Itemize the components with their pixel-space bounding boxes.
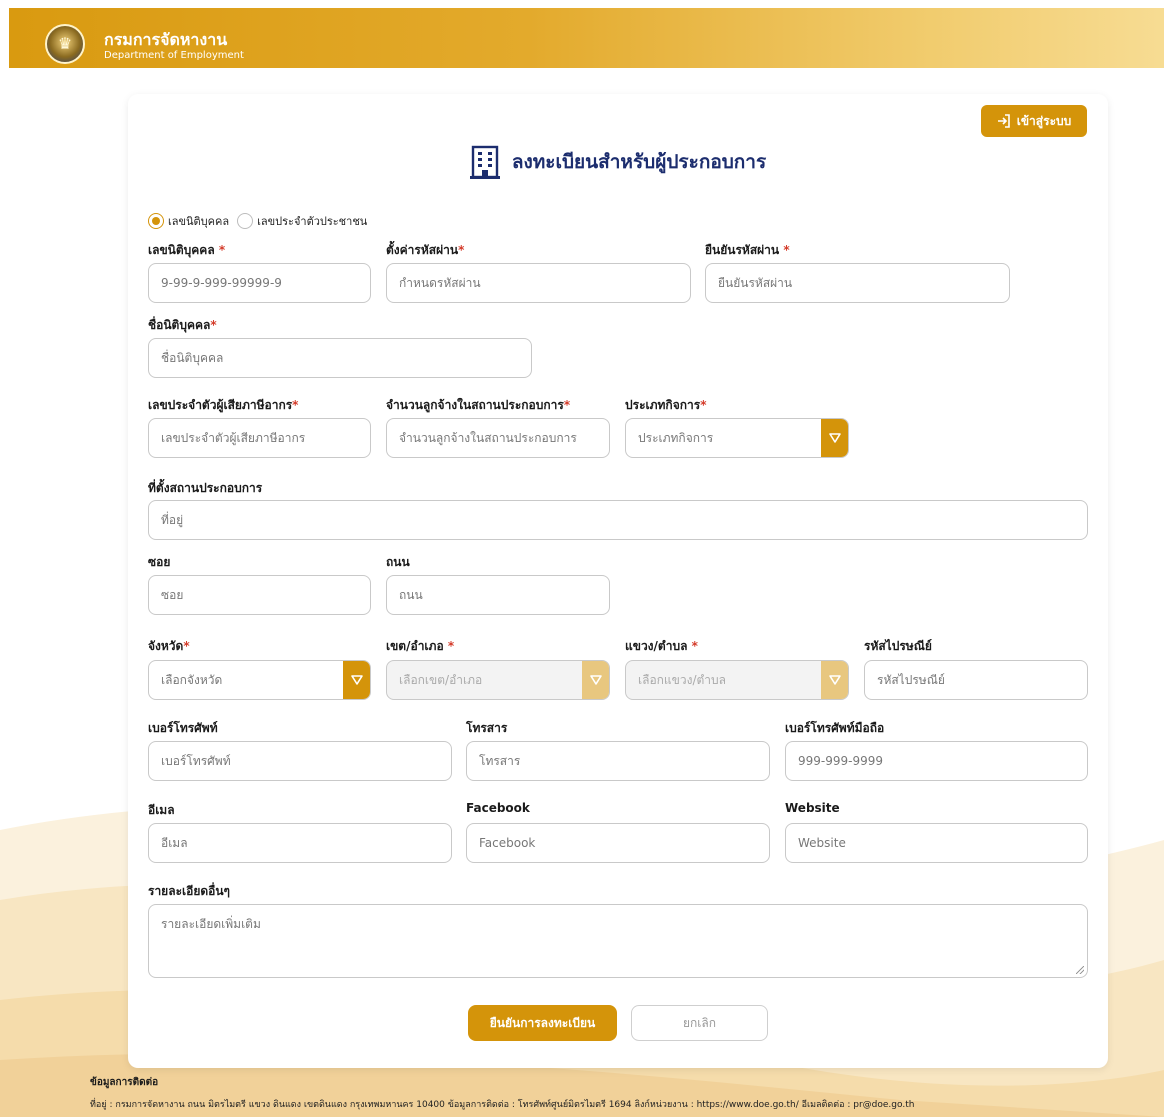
chevron-down-icon: [343, 661, 370, 699]
footer-contact-title: ข้อมูลการติดต่อ: [90, 1077, 159, 1088]
province-label: จังหวัด*: [148, 639, 190, 653]
business-type-select[interactable]: ประเภทกิจการ: [625, 418, 849, 458]
postcode-label: รหัสไปรษณีย์: [864, 639, 932, 653]
chevron-down-icon: [821, 661, 848, 699]
login-button[interactable]: เข้าสู่ระบบ: [981, 105, 1087, 137]
building-icon: [469, 145, 500, 179]
soi-label: ซอย: [148, 555, 171, 569]
district-select[interactable]: เลือกเขต/อำเภอ: [386, 660, 610, 700]
radio-juristic-id-label: เลขนิติบุคคล: [168, 215, 230, 228]
emblem-glyph: ♛: [57, 34, 73, 53]
radio-citizen-id[interactable]: [237, 213, 254, 229]
fax-input[interactable]: โทรสาร: [466, 741, 770, 781]
subdistrict-value: เลือกแขวง/ตำบล: [638, 672, 727, 687]
resize-handle-icon[interactable]: [1076, 966, 1084, 974]
subdistrict-select[interactable]: เลือกแขวง/ตำบล: [625, 660, 849, 700]
address-section-label: ที่ตั้งสถานประกอบการ: [148, 481, 263, 495]
radio-juristic-id[interactable]: [148, 213, 164, 229]
website-input[interactable]: Website: [785, 823, 1088, 863]
cancel-button[interactable]: ยกเลิก: [631, 1005, 768, 1041]
juristic-name-label: ชื่อนิติบุคคล*: [148, 318, 217, 332]
subdistrict-label: แขวง/ตำบล *: [625, 639, 698, 653]
phone-input[interactable]: เบอร์โทรศัพท์: [148, 741, 452, 781]
business-type-value: ประเภทกิจการ: [638, 430, 714, 445]
province-value: เลือกจังหวัด: [161, 672, 223, 687]
province-select[interactable]: เลือกจังหวัด: [148, 660, 371, 700]
tax-id-input[interactable]: เลขประจำตัวผู้เสียภาษีอากร: [148, 418, 371, 458]
details-placeholder: รายละเอียดเพิ่มเติม: [161, 917, 261, 931]
top-border: [0, 0, 1164, 8]
facebook-label: Facebook: [466, 801, 530, 815]
phone-label: เบอร์โทรศัพท์: [148, 721, 218, 735]
site-header: ♛ กรมการจัดหางาน Department of Employmen…: [9, 8, 1164, 68]
soi-input[interactable]: ซอย: [148, 575, 371, 615]
footer-contact-text: ที่อยู่ : กรมการจัดหางาน ถนน มิตรไมตรี แ…: [90, 1100, 915, 1110]
password-input[interactable]: กำหนดรหัสผ่าน: [386, 263, 691, 303]
fax-label: โทรสาร: [466, 721, 508, 735]
address-input[interactable]: ที่อยู่: [148, 500, 1088, 540]
chevron-down-icon: [821, 419, 848, 457]
mobile-input[interactable]: 999-999-9999: [785, 741, 1088, 781]
website-label: Website: [785, 801, 840, 815]
employee-count-input[interactable]: จำนวนลูกจ้างในสถานประกอบการ: [386, 418, 610, 458]
confirm-password-label: ยืนยันรหัสผ่าน *: [705, 243, 790, 257]
confirm-password-input[interactable]: ยืนยันรหัสผ่าน: [705, 263, 1010, 303]
department-logo-icon: ♛: [45, 24, 85, 64]
facebook-input[interactable]: Facebook: [466, 823, 770, 863]
juristic-name-input[interactable]: ชื่อนิติบุคคล: [148, 338, 532, 378]
email-label: อีเมล: [148, 803, 175, 817]
login-icon: [997, 114, 1010, 128]
page-title-text: ลงทะเบียนสำหรับผู้ประกอบการ: [511, 151, 767, 173]
details-label: รายละเอียดอื่นๆ: [148, 884, 231, 898]
registration-card: เข้าสู่ระบบ ลงทะเบียนสำหรับผู้ประกอบการ …: [128, 94, 1108, 1068]
mobile-label: เบอร์โทรศัพท์มือถือ: [785, 721, 885, 735]
submit-registration-button[interactable]: ยืนยันการลงทะเบียน: [468, 1005, 617, 1041]
org-name-en: Department of Employment: [104, 50, 244, 61]
email-input[interactable]: อีเมล: [148, 823, 452, 863]
employee-count-label: จำนวนลูกจ้างในสถานประกอบการ*: [386, 398, 571, 412]
login-button-label: เข้าสู่ระบบ: [1016, 113, 1072, 128]
juristic-id-input[interactable]: 9-99-9-999-99999-9: [148, 263, 371, 303]
road-label: ถนน: [386, 555, 410, 569]
road-input[interactable]: ถนน: [386, 575, 610, 615]
page-title: ลงทะเบียนสำหรับผู้ประกอบการ: [128, 142, 1108, 182]
postcode-input[interactable]: รหัสไปรษณีย์: [864, 660, 1088, 700]
chevron-down-icon: [582, 661, 609, 699]
radio-citizen-id-label: เลขประจำตัวประชาชน: [257, 215, 368, 228]
district-value: เลือกเขต/อำเภอ: [399, 672, 483, 687]
tax-id-label: เลขประจำตัวผู้เสียภาษีอากร*: [148, 398, 299, 412]
details-textarea[interactable]: รายละเอียดเพิ่มเติม: [148, 904, 1088, 978]
id-type-radio-group: เลขนิติบุคคล เลขประจำตัวประชาชน: [148, 212, 367, 230]
district-label: เขต/อำเภอ *: [386, 639, 455, 653]
business-type-label: ประเภทกิจการ*: [625, 398, 707, 412]
juristic-id-label: เลขนิติบุคคล *: [148, 243, 226, 257]
password-label: ตั้งค่ารหัสผ่าน*: [386, 243, 465, 257]
